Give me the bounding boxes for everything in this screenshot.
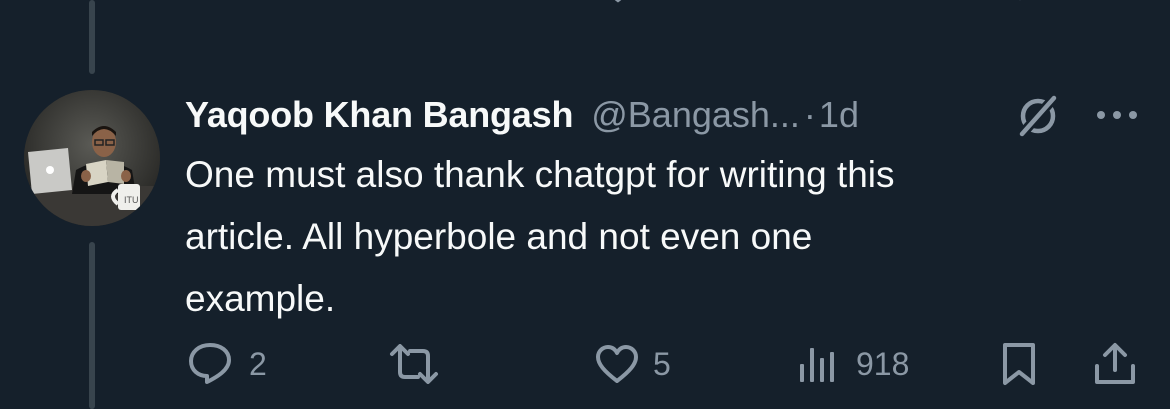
more-options-icon[interactable]: [1093, 102, 1141, 128]
previous-tweet-actions: [0, 0, 1170, 8]
reply-icon[interactable]: [187, 342, 233, 384]
grok-icon[interactable]: [1016, 94, 1060, 138]
previous-views-count-fragment: [860, 0, 920, 8]
thread-connector-bottom: [89, 242, 95, 409]
previous-views-icon[interactable]: [798, 0, 838, 8]
reply-count: 2: [249, 346, 267, 382]
timestamp[interactable]: 1d: [819, 94, 859, 136]
bookmark-icon[interactable]: [998, 342, 1040, 386]
avatar[interactable]: ITU: [24, 90, 160, 226]
like-count: 5: [653, 346, 671, 382]
user-handle[interactable]: @Bangash...: [591, 94, 800, 136]
previous-retweet-icon[interactable]: [388, 0, 438, 8]
retweet-icon[interactable]: [388, 344, 440, 384]
views-icon[interactable]: [798, 344, 838, 384]
separator-dot: ·: [803, 94, 816, 135]
previous-bookmark-icon[interactable]: [1000, 0, 1040, 8]
previous-reply-icon[interactable]: [195, 0, 235, 8]
thread-connector-top: [89, 0, 95, 74]
views-count: 918: [856, 346, 910, 382]
tweet-header: Yaqoob Khan Bangash @Bangash... · 1d: [185, 89, 859, 141]
display-name[interactable]: Yaqoob Khan Bangash: [185, 94, 573, 136]
heart-icon[interactable]: [594, 344, 640, 384]
svg-text:ITU: ITU: [124, 195, 139, 205]
share-icon[interactable]: [1092, 342, 1138, 386]
tweet-reply-screen: ITU Yaqoob Khan Bangash @Bangash... · 1d…: [0, 0, 1170, 409]
previous-share-icon[interactable]: [1094, 0, 1134, 8]
tweet-text: One must also thank chatgpt for writing …: [185, 154, 895, 319]
previous-like-icon[interactable]: [598, 0, 638, 8]
user-avatar-photo: ITU: [24, 90, 160, 226]
